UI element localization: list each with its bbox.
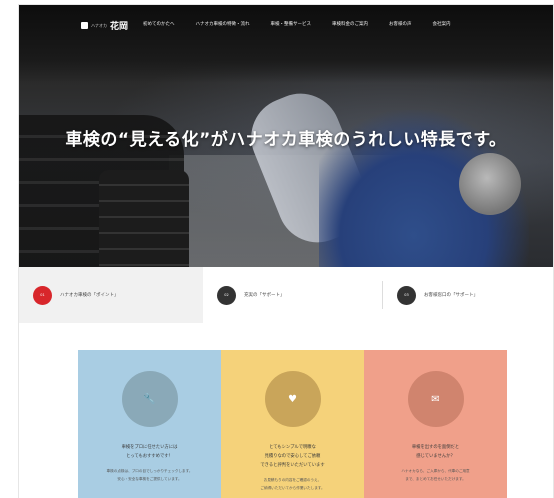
tab-label: お客様窓口の「サポート」 (424, 293, 478, 298)
card-title: 車検を出すのを面倒だと 感じていませんか？ (411, 445, 460, 459)
feature-card-pro: 🔧 車検をプロに任せたい方には とってもおすすめです！ 車検の点検は、プロの目で… (78, 350, 221, 498)
tab-badge: 02 (217, 285, 236, 305)
feature-card-convenience: ✉ 車検を出すのを面倒だと 感じていませんか？ ハナオカなら、ご入庫から、代車の… (364, 350, 507, 498)
card-body: お見積もりの内容をご確認のうえ、 ご納得いただいてから作業いたします。 (260, 478, 325, 490)
feature-tabs: 01 ハナオカ車検の「ポイント」 02 充実の「サポート」 03 お客様窓口の「… (19, 267, 553, 323)
nav-link-company[interactable]: 会社案内 (433, 21, 451, 27)
feature-card-estimate: ♥ とてもシンプルで明瞭な 見積りなので安心してご依頼 できると評判をいただいて… (221, 350, 364, 498)
mail-icon: ✉ (407, 371, 464, 427)
tab-label: 充実の「サポート」 (244, 293, 285, 298)
nav-link-features[interactable]: ハナオカ車検の特徴・流れ (196, 21, 250, 27)
card-body: 車検の点検は、プロの目でしっかりチェックします。 安心・安全な車検をご提供してい… (106, 469, 193, 481)
hero-tire-stack-front (99, 170, 189, 267)
logo-mark-icon (81, 22, 88, 29)
tab-contact-support[interactable]: 03 お客様窓口の「サポート」 (383, 267, 553, 323)
logo-name: 花岡 (110, 22, 129, 32)
top-navigation: ハナオカ 花岡 初めてのかたへ ハナオカ車検の特徴・流れ 車検・整備サービス 車… (19, 5, 553, 43)
hero-headline: 車検の“見える化”がハナオカ車検のうれしい特長です。 (65, 130, 507, 150)
nav-links: 初めてのかたへ ハナオカ車検の特徴・流れ 車検・整備サービス 車検料金のご案内 … (143, 21, 451, 27)
web-page: ハナオカ 花岡 初めてのかたへ ハナオカ車検の特徴・流れ 車検・整備サービス 車… (19, 5, 553, 498)
heart-icon: ♥ (264, 371, 321, 427)
nav-link-first-time[interactable]: 初めてのかたへ (143, 21, 175, 27)
card-title: とてもシンプルで明瞭な 見積りなので安心してご依頼 できると評判をいただいていま… (260, 445, 325, 468)
site-logo[interactable]: ハナオカ 花岡 (81, 19, 128, 32)
card-body: ハナオカなら、ご入庫から、代車のご用意 まで、まとめてお任せいただけます。 (401, 469, 470, 481)
nav-link-pricing[interactable]: 車検料金のご案内 (332, 21, 368, 27)
card-title: 車検をプロに任せたい方には とってもおすすめです！ (121, 445, 178, 459)
hero-mechanic-head (459, 153, 521, 215)
tab-badge: 03 (397, 285, 416, 305)
tab-badge: 01 (33, 285, 52, 305)
tab-label: ハナオカ車検の「ポイント」 (60, 293, 119, 298)
tab-points[interactable]: 01 ハナオカ車検の「ポイント」 (19, 267, 203, 323)
tab-support[interactable]: 02 充実の「サポート」 (203, 267, 383, 323)
feature-cards: 🔧 車検をプロに任せたい方には とってもおすすめです！ 車検の点検は、プロの目で… (78, 350, 508, 498)
nav-link-services[interactable]: 車検・整備サービス (271, 21, 312, 27)
nav-link-testimonials[interactable]: お客様の声 (389, 21, 412, 27)
hero-section: ハナオカ 花岡 初めてのかたへ ハナオカ車検の特徴・流れ 車検・整備サービス 車… (19, 5, 553, 267)
wrench-icon: 🔧 (121, 371, 178, 427)
logo-small-text: ハナオカ (91, 22, 107, 28)
